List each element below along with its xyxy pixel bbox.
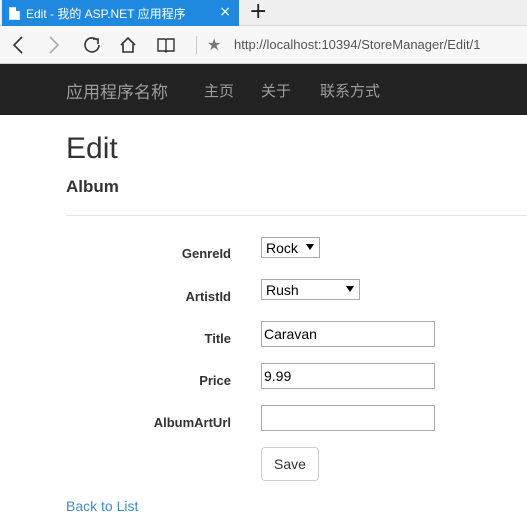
save-button[interactable]: Save [261, 447, 319, 481]
title-label: Title [204, 331, 232, 346]
albumart-input[interactable] [261, 405, 435, 431]
browser-tab[interactable]: Edit - 我的 ASP.NET 应用程序 × [2, 0, 239, 26]
page-title: Edit [66, 132, 118, 165]
toolbar-divider [196, 36, 197, 54]
artist-value: Rush [266, 281, 299, 298]
genre-value: Rock [266, 239, 298, 256]
price-label: Price [199, 373, 231, 388]
price-input[interactable]: 9.99 [261, 363, 435, 389]
nav-link-home[interactable]: 主页 [204, 80, 234, 101]
chevron-down-icon [306, 244, 314, 250]
home-icon[interactable] [118, 35, 138, 55]
address-bar[interactable]: http://localhost:10394/StoreManager/Edit… [234, 37, 480, 52]
browser-tab-strip: Edit - 我的 ASP.NET 应用程序 × + [0, 0, 527, 26]
nav-link-about[interactable]: 关于 [261, 80, 291, 101]
artist-label: ArtistId [185, 289, 232, 304]
chevron-down-icon [346, 286, 354, 292]
refresh-icon[interactable] [82, 35, 102, 55]
forward-icon[interactable] [44, 35, 64, 55]
title-input[interactable]: Caravan [261, 321, 435, 347]
navbar-brand[interactable]: 应用程序名称 [66, 78, 168, 103]
albumart-label: AlbumArtUrl [153, 415, 231, 430]
close-tab-icon[interactable]: × [219, 4, 231, 20]
page-icon [9, 6, 20, 20]
new-tab-button[interactable]: + [249, 1, 267, 23]
star-icon[interactable]: ★ [207, 35, 221, 55]
browser-toolbar: ★ http://localhost:10394/StoreManager/Ed… [0, 26, 527, 64]
genre-label: GenreId [181, 246, 231, 261]
artist-select[interactable]: Rush [261, 279, 360, 300]
nav-link-contact[interactable]: 联系方式 [320, 80, 380, 101]
site-navbar: 应用程序名称 主页 关于 联系方式 [0, 64, 527, 115]
back-icon[interactable] [8, 35, 28, 55]
back-to-list-link[interactable]: Back to List [66, 498, 138, 514]
divider [66, 215, 527, 216]
genre-select[interactable]: Rock [261, 237, 320, 258]
reading-view-icon[interactable] [156, 35, 176, 55]
page-subtitle: Album [66, 177, 119, 196]
tab-title: Edit - 我的 ASP.NET 应用程序 [26, 6, 186, 21]
